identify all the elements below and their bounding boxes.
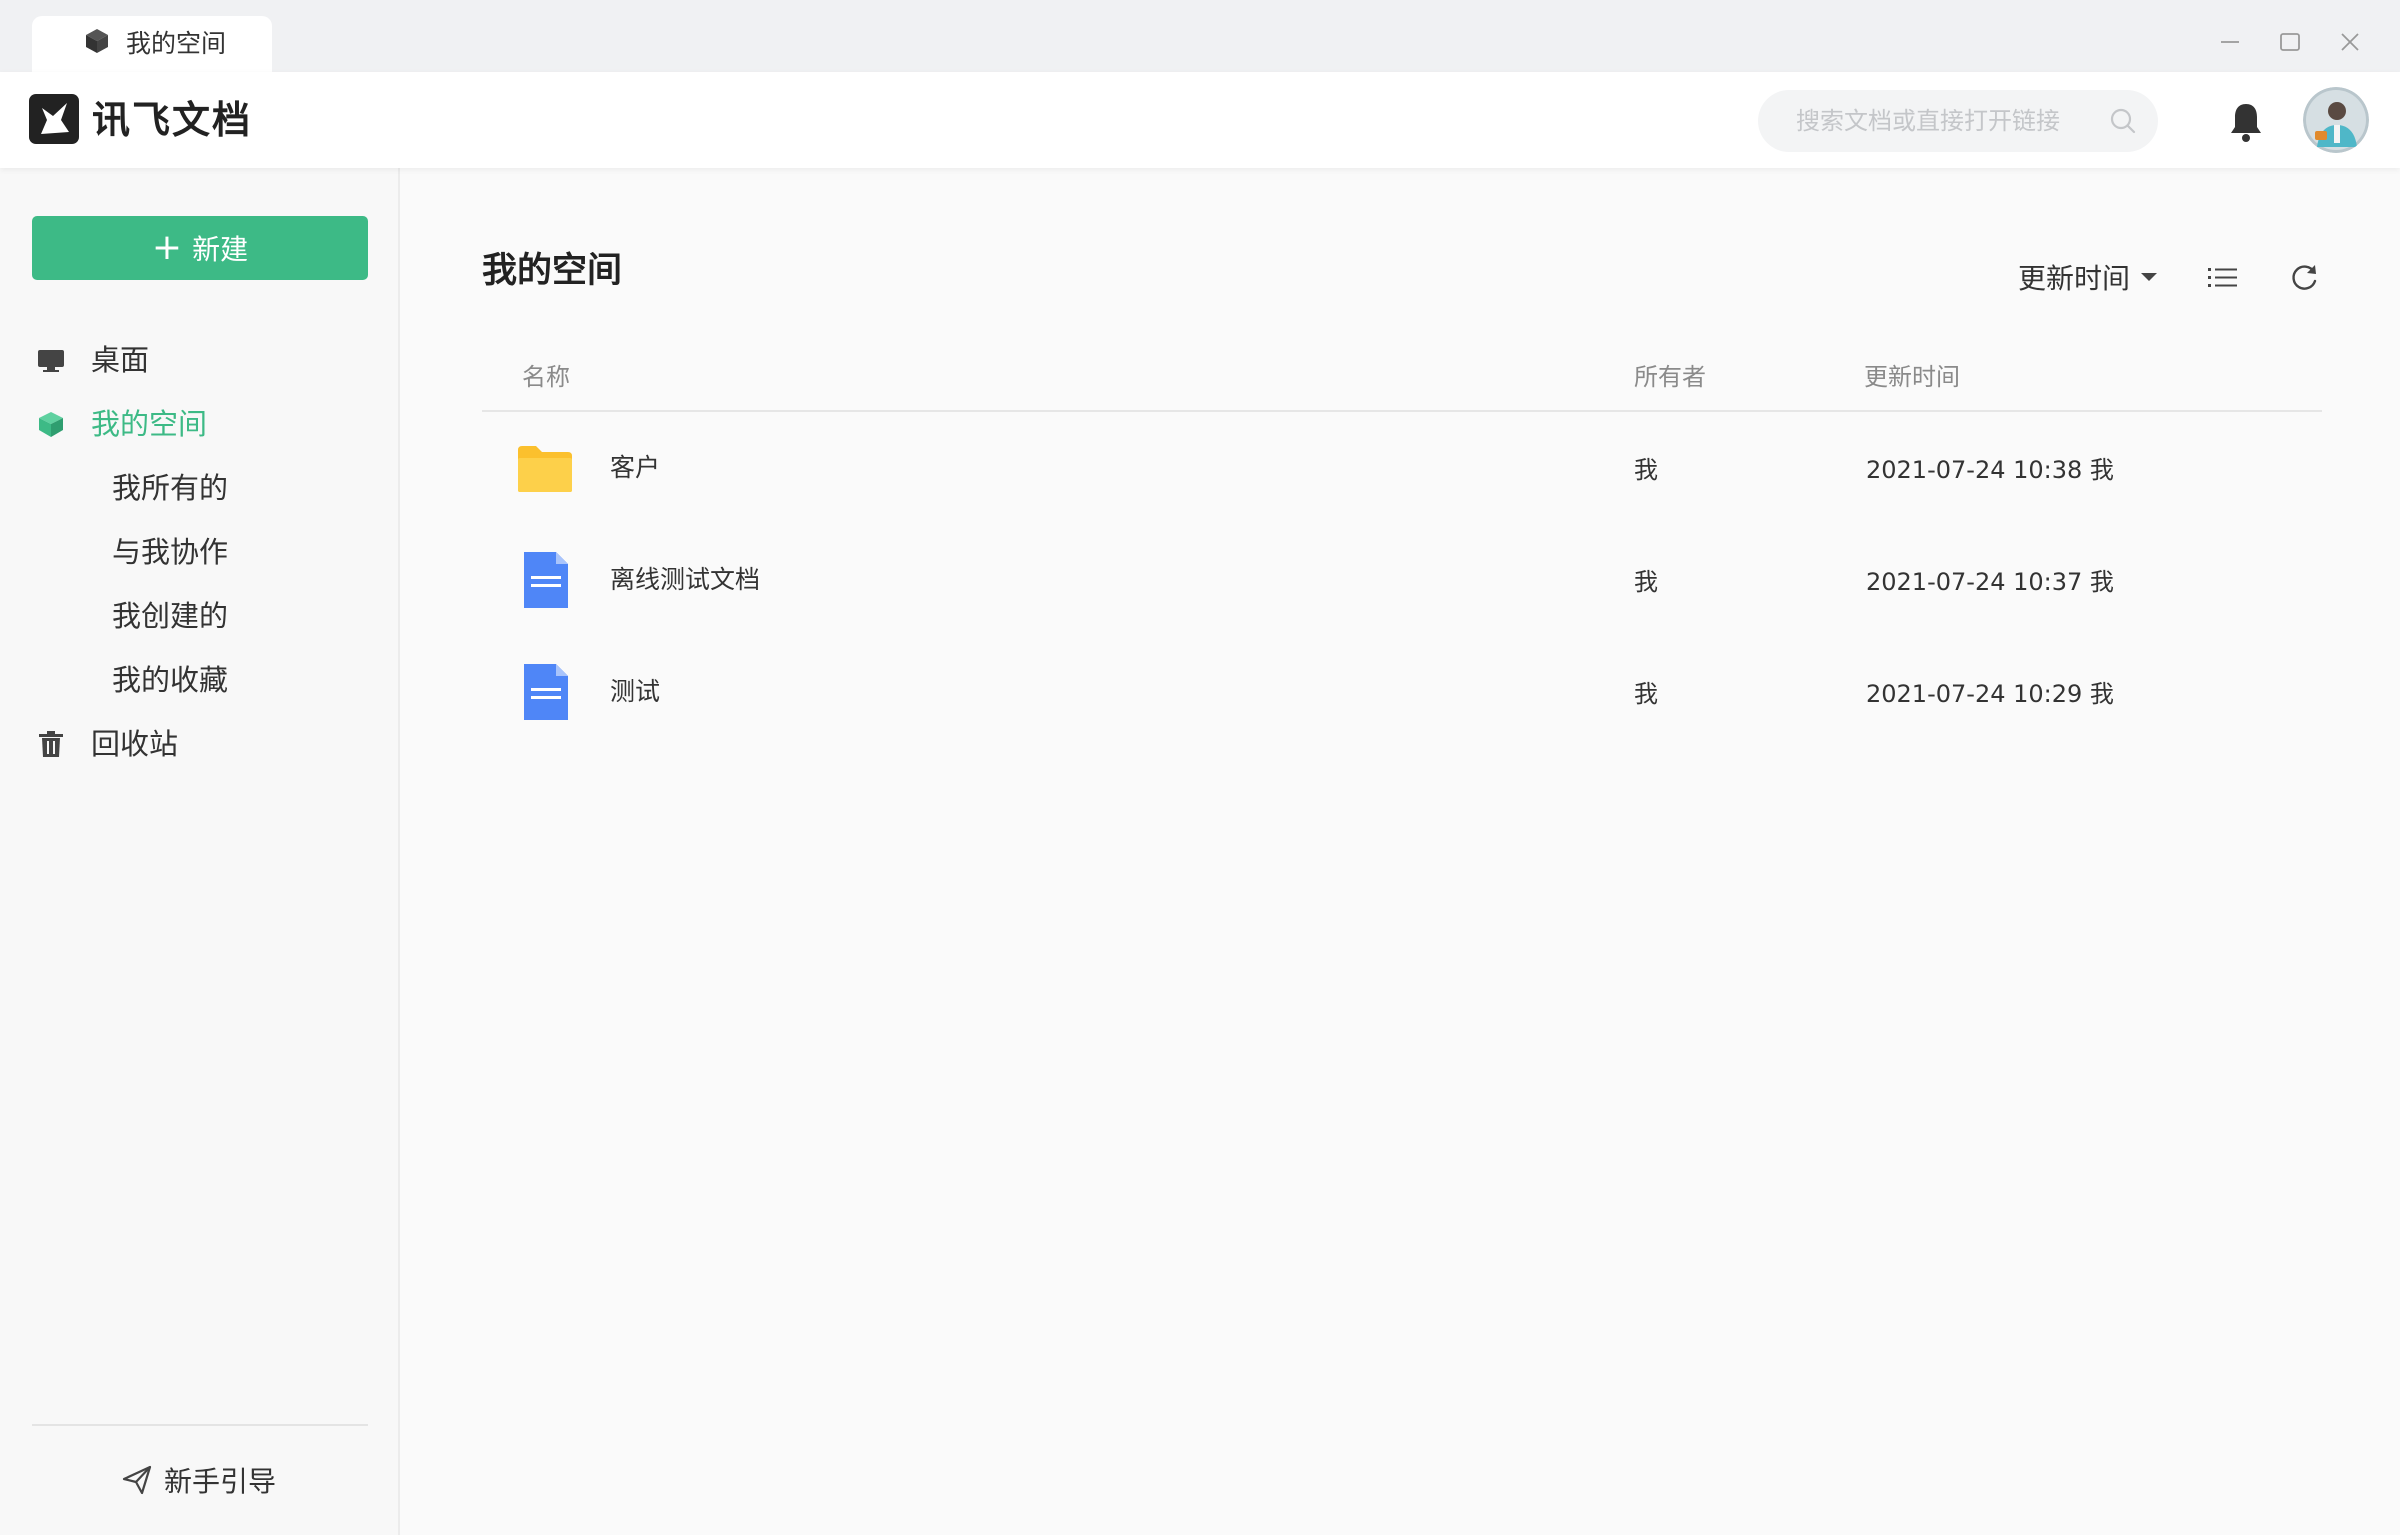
sidebar-item-label: 回收站 [91,727,179,761]
sidebar-item-label: 我的收藏 [112,663,229,697]
file-name: 客户 [610,453,661,482]
document-icon [524,664,568,720]
maximize-icon [2280,33,2300,51]
window-titlebar: 我的空间 [0,0,2400,72]
sidebar-item-favorites[interactable]: 我的收藏 [0,652,400,708]
sidebar-item-label: 桌面 [91,343,150,377]
avatar-icon [2303,87,2369,153]
monitor-icon [38,350,64,372]
tab-label: 我的空间 [126,29,227,58]
column-header-updated[interactable]: 更新时间 [1864,360,1960,394]
app-header: 讯飞文档 [0,72,2400,168]
cube-icon [86,29,108,53]
close-button[interactable] [2330,22,2370,62]
page-title: 我的空间 [482,251,623,291]
sidebar-item-label: 与我协作 [112,535,229,569]
beginner-guide-link[interactable]: 新手引导 [120,1458,276,1502]
file-owner: 我 [1634,456,1658,484]
sidebar-item-desktop[interactable]: 桌面 [0,332,400,388]
file-name: 离线测试文档 [610,565,761,594]
refresh-icon[interactable] [2288,262,2320,294]
file-updated: 2021-07-24 10:38 我 [1866,456,2114,484]
document-icon [524,552,568,608]
column-header-owner[interactable]: 所有者 [1634,360,1706,394]
column-header-name[interactable]: 名称 [522,360,570,394]
trash-icon [39,731,63,757]
sidebar-item-label: 我创建的 [112,599,229,633]
guide-label: 新手引导 [164,1465,277,1498]
list-view-icon[interactable] [2206,262,2240,294]
folder-icon [518,446,572,492]
table-row[interactable]: 测试 我 2021-07-24 10:29 我 [482,636,2322,748]
sidebar-divider [32,1424,368,1426]
new-button-label: 新建 [192,233,249,266]
cube-icon [39,412,63,437]
new-button[interactable]: + 新建 [32,216,368,280]
file-updated: 2021-07-24 10:37 我 [1866,568,2114,596]
maximize-button[interactable] [2270,22,2310,62]
search-input[interactable] [1758,90,2158,152]
table-row[interactable]: 离线测试文档 我 2021-07-24 10:37 我 [482,524,2322,636]
sidebar-item-trash[interactable]: 回收站 [0,716,400,772]
sort-dropdown[interactable]: 更新时间 [2018,256,2158,298]
minimize-button[interactable] [2210,22,2250,62]
file-table: 名称 所有者 更新时间 客户 我 2021-07-24 10:38 我 离线测试… [482,350,2322,748]
sidebar-item-label: 我所有的 [112,471,229,505]
plus-icon: + [151,227,183,268]
app-logo [29,94,79,144]
sort-label: 更新时间 [2018,262,2131,295]
paper-plane-icon [122,1465,152,1495]
sidebar-item-created-by-me[interactable]: 我创建的 [0,588,400,644]
file-owner: 我 [1634,680,1658,708]
bell-icon[interactable] [2226,100,2266,144]
sidebar-item-label: 我的空间 [91,407,208,441]
file-owner: 我 [1634,568,1658,596]
minimize-icon [2221,41,2239,43]
file-name: 测试 [610,677,661,706]
table-row[interactable]: 客户 我 2021-07-24 10:38 我 [482,412,2322,524]
sidebar: + 新建 桌面 我的空间 我所有的 与我协作 我创建的 我的收藏 回收站 新手引… [0,168,400,1535]
sidebar-item-shared-with-me[interactable]: 与我协作 [0,524,400,580]
caret-down-icon [2141,273,2158,281]
close-icon [2341,33,2359,51]
app-title: 讯飞文档 [92,98,253,142]
sidebar-item-owned-by-me[interactable]: 我所有的 [0,460,400,516]
table-header: 名称 所有者 更新时间 [482,350,2322,412]
search-icon[interactable] [2108,106,2138,136]
user-avatar[interactable] [2303,87,2369,153]
tab-my-space[interactable]: 我的空间 [32,16,272,72]
sidebar-item-my-space[interactable]: 我的空间 [0,396,400,452]
bird-logo-icon [41,103,69,134]
file-updated: 2021-07-24 10:29 我 [1866,680,2114,708]
